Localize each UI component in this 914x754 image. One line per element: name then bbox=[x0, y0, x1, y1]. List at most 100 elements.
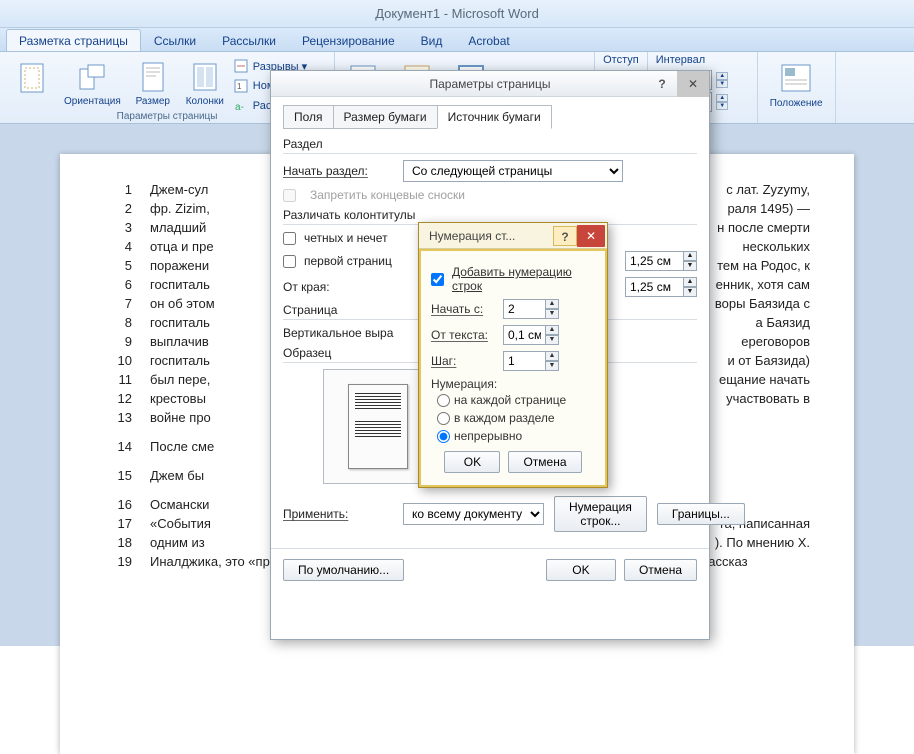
line-number: 16 bbox=[104, 497, 132, 512]
start-at-input[interactable] bbox=[503, 299, 545, 319]
position-button[interactable]: Положение bbox=[766, 56, 827, 111]
step-input[interactable] bbox=[503, 351, 545, 371]
start-at-label: Начать с: bbox=[431, 302, 493, 316]
line-number: 1 bbox=[104, 182, 132, 197]
from-text-spinner[interactable]: ▲▼ bbox=[503, 325, 559, 345]
line-number: 8 bbox=[104, 315, 132, 330]
first-page-checkbox[interactable] bbox=[283, 255, 296, 268]
radio-continuous-label: непрерывно bbox=[454, 429, 522, 443]
line-text-left: фр. Zizim, bbox=[150, 201, 210, 216]
size-button[interactable]: Размер bbox=[129, 56, 177, 109]
line-numbering-dialog: Нумерация ст... ? ✕ Добавить нумерацию с… bbox=[418, 222, 608, 488]
step-label: Шаг: bbox=[431, 354, 493, 368]
odd-even-checkbox[interactable] bbox=[283, 232, 296, 245]
tab-margins[interactable]: Поля bbox=[283, 105, 334, 129]
tab-view[interactable]: Вид bbox=[408, 29, 456, 51]
size-label: Размер bbox=[136, 96, 170, 107]
tab-paper[interactable]: Размер бумаги bbox=[333, 105, 438, 129]
line-text-right: ). По мнению Х. bbox=[715, 535, 810, 550]
line-text-left: войне про bbox=[150, 410, 211, 425]
line-number: 17 bbox=[104, 516, 132, 531]
radio-continuous[interactable]: непрерывно bbox=[437, 429, 595, 443]
size-icon bbox=[133, 58, 173, 96]
spacing-before-spinner[interactable]: ▲▼ bbox=[716, 72, 728, 88]
radio-each-page[interactable]: на каждой странице bbox=[437, 393, 595, 407]
line-numbering-cancel-button[interactable]: Отмена bbox=[508, 451, 581, 473]
page-setup-cancel-button[interactable]: Отмена bbox=[624, 559, 697, 581]
tab-acrobat[interactable]: Acrobat bbox=[455, 29, 522, 51]
borders-button[interactable]: Границы... bbox=[657, 503, 745, 525]
svg-text:1: 1 bbox=[237, 82, 242, 91]
line-numbers-icon: 1 bbox=[233, 78, 249, 94]
step-spinner[interactable]: ▲▼ bbox=[503, 351, 559, 371]
page-setup-ok-button[interactable]: OK bbox=[546, 559, 616, 581]
position-icon bbox=[776, 58, 816, 98]
line-text-left: выплачив bbox=[150, 334, 209, 349]
line-text-right: раля 1495) — bbox=[727, 201, 810, 216]
line-text-right: воры Баязида с bbox=[715, 296, 810, 311]
tab-layout[interactable]: Источник бумаги bbox=[437, 105, 552, 129]
line-text-right: а Баязид bbox=[756, 315, 810, 330]
footer-distance-input[interactable] bbox=[625, 277, 683, 297]
line-text-left: крестовы bbox=[150, 391, 206, 406]
spacing-after-spinner[interactable]: ▲▼ bbox=[716, 94, 728, 110]
margins-icon bbox=[12, 58, 52, 98]
tab-review[interactable]: Рецензирование bbox=[289, 29, 408, 51]
line-text-left: госпиталь bbox=[150, 353, 210, 368]
breaks-icon bbox=[233, 58, 249, 74]
radio-each-section-label: в каждом разделе bbox=[454, 411, 555, 425]
line-numbering-titlebar: Нумерация ст... ? ✕ bbox=[419, 223, 607, 249]
tab-mailings[interactable]: Рассылки bbox=[209, 29, 289, 51]
line-text-left: одним из bbox=[150, 535, 205, 550]
line-numbering-ok-button[interactable]: OK bbox=[444, 451, 500, 473]
tab-references[interactable]: Ссылки bbox=[141, 29, 209, 51]
margins-button[interactable] bbox=[8, 56, 56, 109]
start-section-label: Начать раздел: bbox=[283, 164, 393, 178]
start-section-select[interactable]: Со следующей страницы bbox=[403, 160, 623, 182]
tab-page-layout[interactable]: Разметка страницы bbox=[6, 29, 141, 51]
orientation-icon bbox=[72, 58, 112, 96]
columns-label: Колонки bbox=[186, 96, 224, 107]
add-numbering-label: Добавить нумерацию строк bbox=[452, 265, 595, 293]
from-text-label: От текста: bbox=[431, 328, 493, 342]
apply-to-select[interactable]: ко всему документу bbox=[403, 503, 544, 525]
position-label: Положение bbox=[770, 98, 823, 109]
line-numbering-close-button[interactable]: ✕ bbox=[577, 225, 605, 247]
start-at-spinner[interactable]: ▲▼ bbox=[503, 299, 559, 319]
line-number: 10 bbox=[104, 353, 132, 368]
line-text-right: участвовать в bbox=[726, 391, 810, 406]
page-setup-help-button[interactable]: ? bbox=[649, 77, 675, 91]
footer-distance-spinner[interactable]: ▲▼ bbox=[625, 277, 697, 297]
line-numbering-help-button[interactable]: ? bbox=[553, 226, 577, 246]
line-text-left: После сме bbox=[150, 439, 214, 454]
page-setup-tabs: Поля Размер бумаги Источник бумаги bbox=[283, 105, 697, 129]
radio-each-section[interactable]: в каждом разделе bbox=[437, 411, 595, 425]
line-number: 7 bbox=[104, 296, 132, 311]
line-number: 18 bbox=[104, 535, 132, 550]
add-numbering-checkbox[interactable] bbox=[431, 273, 444, 286]
default-button[interactable]: По умолчанию... bbox=[283, 559, 404, 581]
line-text-right: с лат. Zyzymy, bbox=[726, 182, 810, 197]
orientation-button[interactable]: Ориентация bbox=[60, 56, 125, 109]
ribbon-tabs: Разметка страницы Ссылки Рассылки Реценз… bbox=[0, 28, 914, 52]
line-text-left: «События bbox=[150, 516, 211, 531]
header-distance-spinner[interactable]: ▲▼ bbox=[625, 251, 697, 271]
line-text-right: и от Баязида) bbox=[727, 353, 810, 368]
line-number: 6 bbox=[104, 277, 132, 292]
line-text-right: ещание начать bbox=[719, 372, 810, 387]
columns-button[interactable]: Колонки bbox=[181, 56, 229, 109]
first-page-label: первой страниц bbox=[304, 254, 392, 268]
line-number: 19 bbox=[104, 554, 132, 569]
radio-each-page-label: на каждой странице bbox=[454, 393, 566, 407]
suppress-endnotes-checkbox bbox=[283, 189, 296, 202]
line-text-left: госпиталь bbox=[150, 315, 210, 330]
line-text-right: ереговоров bbox=[741, 334, 810, 349]
apply-to-label: Применить: bbox=[283, 507, 393, 521]
page-setup-close-button[interactable]: ✕ bbox=[677, 71, 709, 97]
header-distance-input[interactable] bbox=[625, 251, 683, 271]
from-text-input[interactable] bbox=[503, 325, 545, 345]
valign-label: Вертикальное выра bbox=[283, 326, 393, 340]
columns-icon bbox=[185, 58, 225, 96]
line-text-left: Джем бы bbox=[150, 468, 204, 483]
line-numbering-button[interactable]: Нумерация строк... bbox=[554, 496, 647, 532]
